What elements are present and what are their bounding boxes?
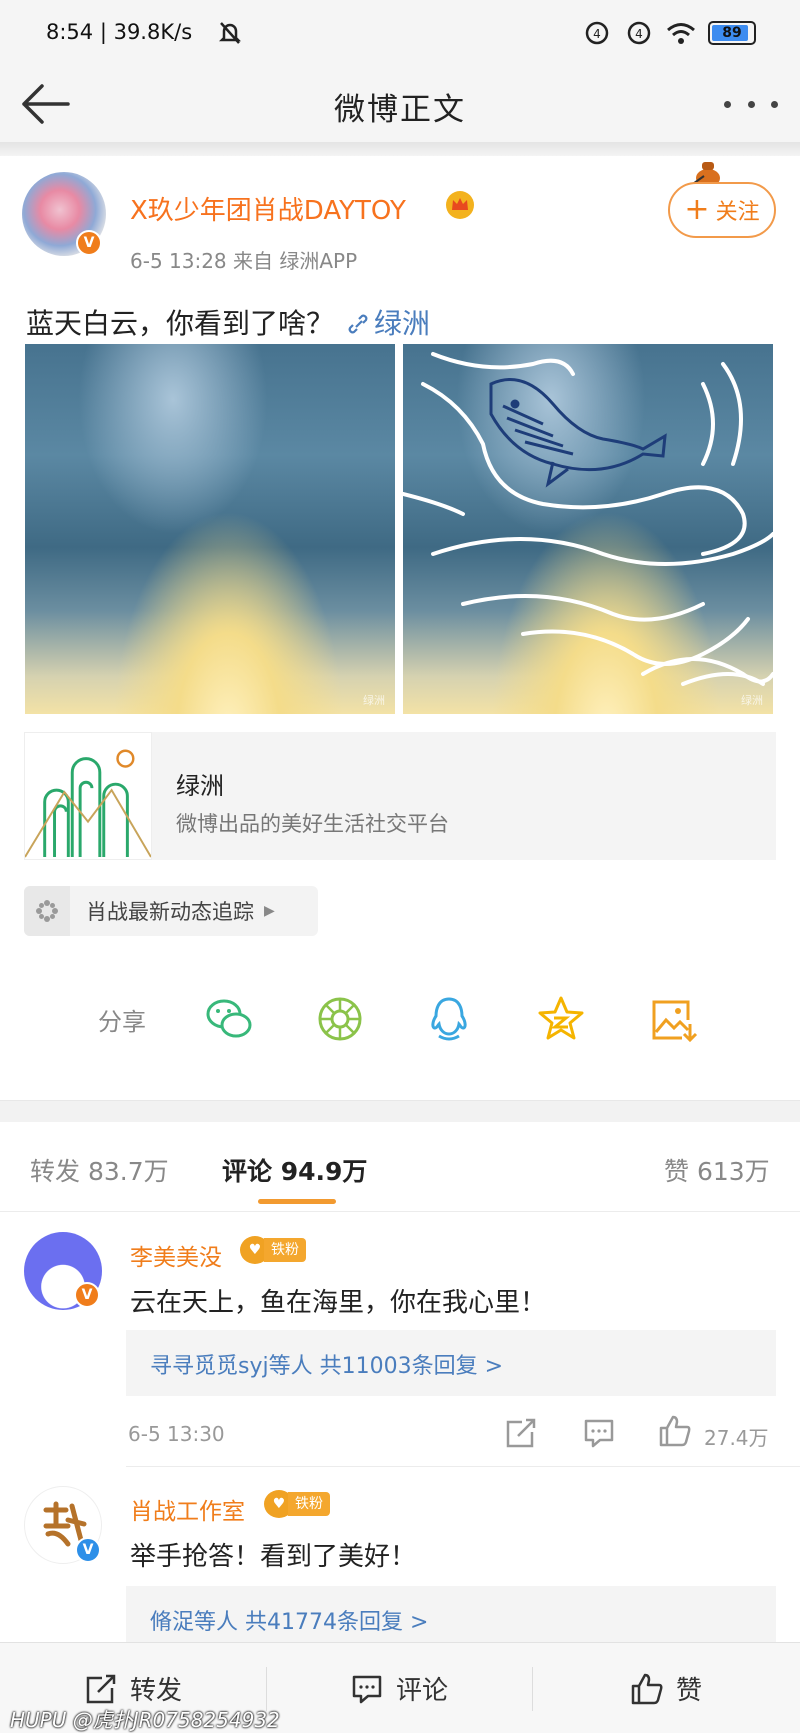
hupu-watermark: HUPU @虎扑JR0758254932 (10, 1708, 280, 1732)
comment-avatar[interactable]: V (24, 1486, 102, 1564)
tab-likes[interactable]: 赞 613万 (664, 1152, 770, 1188)
crown-icon (446, 191, 474, 219)
fan-badge-label: 铁粉 (264, 1238, 306, 1262)
share-label: 分享 (98, 1008, 146, 1036)
post-meta: 6-5 13:28 来自 绿洲APP (130, 249, 358, 273)
wifi-icon (667, 23, 695, 44)
mute-icon (218, 22, 242, 44)
wechat-icon[interactable] (204, 994, 254, 1044)
comment-like-count: 27.4万 (704, 1426, 769, 1450)
link-card-title: 绿洲 (176, 772, 224, 800)
chevron-right-icon: ▶ (264, 903, 275, 919)
oasis-link-label: 绿洲 (374, 307, 431, 340)
status-time: 8:54 | 39.8K/s (46, 20, 193, 44)
repost-icon (86, 1674, 116, 1703)
active-tab-indicator (258, 1199, 336, 1204)
image-watermark: 绿洲 (741, 694, 763, 707)
super-topic-chip[interactable]: 肖战最新动态追踪 ▶ (24, 886, 318, 936)
svg-text:4: 4 (593, 27, 601, 41)
battery-icon: 89 (708, 21, 756, 45)
comment-username[interactable]: 肖战工作室 (130, 1492, 245, 1526)
verified-badge-icon: V (74, 1282, 100, 1308)
author-name[interactable]: X玖少年团肖战DAYTOY (130, 190, 406, 227)
image-watermark: 绿洲 (363, 694, 385, 707)
battery-level: 89 (722, 25, 742, 41)
oasis-link[interactable]: 绿洲 (346, 307, 430, 340)
comment-text: 举手抢答！看到了美好！ (130, 1542, 417, 1572)
comment-time: 6-5 13:30 (128, 1422, 225, 1446)
reply-comment-icon[interactable] (582, 1416, 616, 1450)
post-body: 蓝天白云，你看到了啥？ (26, 307, 335, 340)
like-button[interactable]: 赞 (532, 1643, 800, 1733)
comment-icon (352, 1675, 382, 1703)
share-row: 分享 (0, 984, 800, 1054)
more-options-icon[interactable] (724, 86, 778, 122)
nav-bar: 微博正文 (0, 66, 800, 142)
author-avatar[interactable]: V (22, 172, 106, 256)
comment-avatar[interactable]: V (24, 1232, 102, 1310)
fan-badge: ♥ 铁粉 (264, 1490, 330, 1518)
verified-badge-icon: V (76, 230, 102, 256)
tab-comments[interactable]: 评论 94.9万 (222, 1152, 367, 1188)
fan-badge: ♥ 铁粉 (240, 1236, 306, 1264)
oasis-logo-icon (24, 732, 152, 860)
fan-badge-label: 铁粉 (288, 1492, 330, 1516)
svg-text:4: 4 (635, 27, 643, 41)
post-text: 蓝天白云，你看到了啥？ 绿洲 (26, 302, 430, 342)
status-icons: 4 4 89 (218, 20, 756, 46)
nav-divider (0, 142, 800, 156)
repost-label: 转发 (129, 1676, 182, 1706)
moments-icon[interactable] (315, 994, 365, 1044)
super-topic-label: 肖战最新动态追踪 (86, 900, 254, 924)
comment-button[interactable]: 评论 (266, 1643, 532, 1733)
reply-summary-text: 脩浞等人 共41774条回复 > (150, 1610, 429, 1635)
status-bar: 8:54 | 39.8K/s 4 4 89 (0, 0, 800, 66)
tab-reposts[interactable]: 转发 83.7万 (30, 1152, 169, 1188)
like-label: 赞 (675, 1676, 702, 1706)
stats-tabs: 转发 83.7万 评论 94.9万 赞 613万 (0, 1122, 800, 1212)
whale-drawing (403, 352, 773, 686)
reply-summary[interactable]: 寻寻觅觅syj等人 共11003条回复 > (126, 1330, 776, 1396)
qzone-icon[interactable] (536, 994, 586, 1044)
plus-icon: + (684, 192, 710, 227)
link-icon (348, 314, 368, 334)
follow-label: 关注 (715, 200, 760, 225)
follow-button[interactable]: + 关注 (668, 182, 776, 238)
save-image-icon[interactable] (648, 994, 698, 1044)
link-card-description: 微博出品的美好生活社交平台 (176, 812, 449, 836)
comment-divider (126, 1466, 800, 1467)
share-comment-icon[interactable] (504, 1416, 538, 1450)
verified-badge-icon: V (75, 1537, 101, 1563)
section-divider (0, 1100, 800, 1122)
comment-text: 云在天上，鱼在海里，你在我心里！ (130, 1288, 547, 1318)
like-comment-icon[interactable] (658, 1414, 692, 1448)
page-title: 微博正文 (334, 92, 466, 128)
like-icon (631, 1673, 663, 1704)
comment-label: 评论 (395, 1676, 448, 1706)
post-image-whale[interactable]: 绿洲 (403, 344, 773, 714)
comment-username[interactable]: 李美美没 (130, 1238, 222, 1272)
post-image-sky[interactable]: 绿洲 (25, 344, 395, 714)
alarm-icon: 4 (585, 21, 609, 45)
link-card[interactable]: 绿洲 微博出品的美好生活社交平台 (24, 732, 776, 860)
signal-icon: 4 (627, 21, 651, 45)
qq-icon[interactable] (424, 994, 474, 1044)
super-topic-icon (24, 886, 70, 936)
reply-summary-text: 寻寻觅觅syj等人 共11003条回复 > (150, 1354, 503, 1379)
